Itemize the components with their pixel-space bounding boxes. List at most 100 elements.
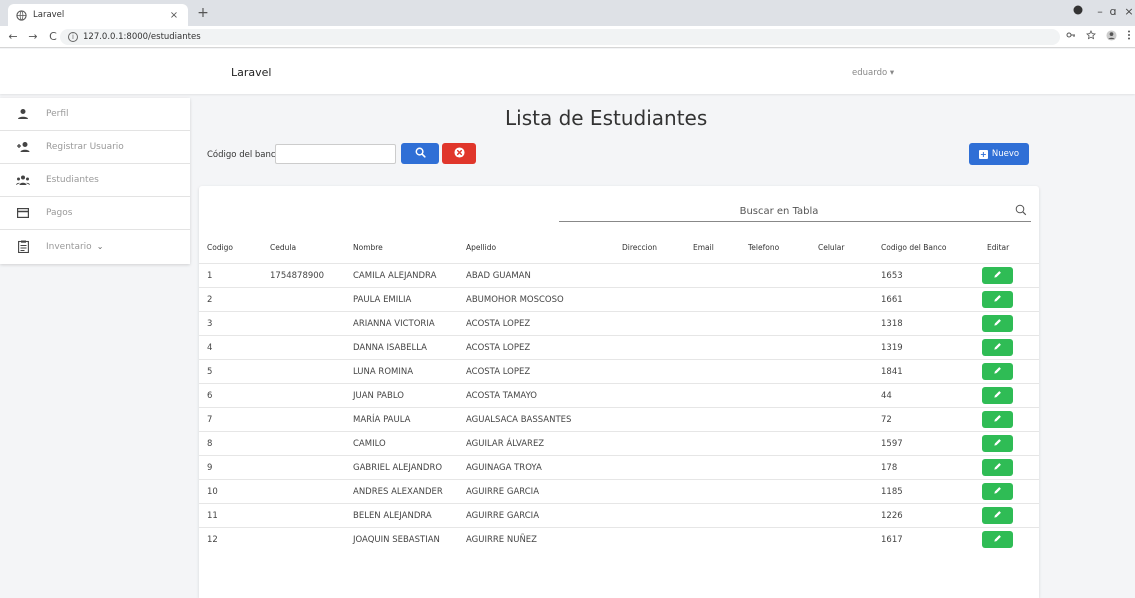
key-icon[interactable]: [1064, 30, 1078, 43]
cell-nombre: CAMILA ALEJANDRA: [353, 271, 437, 281]
cell-codigo: 6: [207, 391, 213, 401]
header-email[interactable]: Email: [693, 243, 714, 252]
clipboard-icon: [16, 240, 30, 254]
header-cedula[interactable]: Cedula: [270, 243, 296, 252]
table-row: 12 JOAQUIN SEBASTIAN AGUIRRE NUÑEZ 1617: [199, 527, 1039, 551]
close-window-button[interactable]: ×: [1122, 4, 1135, 20]
info-icon[interactable]: i: [68, 32, 78, 42]
cell-codigo-banco: 1226: [881, 511, 903, 521]
cell-apellido: ABAD GUAMAN: [466, 271, 531, 281]
cell-apellido: ACOSTA TAMAYO: [466, 391, 537, 401]
clear-button[interactable]: [442, 143, 476, 164]
cell-codigo: 10: [207, 487, 218, 497]
table-row: 9 GABRIEL ALEJANDRO AGUINAGA TROYA 178: [199, 455, 1039, 479]
user-icon: [16, 107, 30, 121]
cell-apellido: AGUALSACA BASSANTES: [466, 415, 572, 425]
edit-button[interactable]: [982, 411, 1013, 428]
header-telefono[interactable]: Telefono: [748, 243, 779, 252]
new-student-button[interactable]: + Nuevo: [969, 143, 1029, 165]
edit-button[interactable]: [982, 267, 1013, 284]
table-row: 2 PAULA EMILIA ABUMOHOR MOSCOSO 1661: [199, 287, 1039, 311]
reload-button[interactable]: C: [46, 30, 60, 44]
edit-button[interactable]: [982, 507, 1013, 524]
browser-profile-icon[interactable]: [1071, 4, 1085, 20]
cell-codigo-banco: 1318: [881, 319, 903, 329]
header-codigo-banco[interactable]: Codigo del Banco: [881, 243, 946, 252]
sidebar-item-label: Inventario: [46, 241, 92, 252]
header-direccion[interactable]: Direccion: [622, 243, 657, 252]
browser-tab[interactable]: Laravel ×: [8, 4, 188, 26]
star-icon[interactable]: [1084, 30, 1098, 43]
header-codigo[interactable]: Codigo: [207, 243, 233, 252]
bank-code-label: Código del banco: [207, 150, 281, 160]
table-body: 1 1754878900 CAMILA ALEJANDRA ABAD GUAMAN 16…: [199, 263, 1039, 551]
cell-nombre: JOAQUIN SEBASTIAN: [353, 535, 440, 545]
students-table-card: Codigo Cedula Nombre Apellido Direccion …: [199, 186, 1039, 598]
header-apellido[interactable]: Apellido: [466, 243, 496, 252]
cell-nombre: JUAN PABLO: [353, 391, 404, 401]
close-circle-icon: [453, 146, 465, 161]
forward-button[interactable]: →: [26, 30, 40, 44]
pencil-icon: [993, 438, 1002, 450]
cell-apellido: AGUINAGA TROYA: [466, 463, 542, 473]
user-add-icon: [16, 140, 30, 154]
edit-button[interactable]: [982, 387, 1013, 404]
maximize-button[interactable]: ɑ: [1106, 4, 1120, 20]
edit-button[interactable]: [982, 363, 1013, 380]
header-nombre[interactable]: Nombre: [353, 243, 383, 252]
search-button[interactable]: [401, 143, 439, 164]
url-text: 127.0.0.1:8000/estudiantes: [83, 32, 201, 42]
minimize-button[interactable]: –: [1093, 4, 1107, 20]
cell-nombre: ANDRES ALEXANDER: [353, 487, 443, 497]
account-icon[interactable]: [1104, 30, 1118, 44]
cell-nombre: PAULA EMILIA: [353, 295, 412, 305]
table-row: 7 MARÍA PAULA AGUALSACA BASSANTES 72: [199, 407, 1039, 431]
user-menu[interactable]: eduardo ▾: [852, 68, 894, 78]
cell-apellido: AGUIRRE NUÑEZ: [466, 535, 537, 545]
pencil-icon: [993, 270, 1002, 282]
brand-link[interactable]: Laravel: [231, 66, 271, 79]
page-title: Lista de Estudiantes: [505, 106, 708, 130]
sidebar-item-perfil[interactable]: Perfil: [0, 98, 190, 131]
card-icon: [16, 206, 30, 220]
cell-apellido: ABUMOHOR MOSCOSO: [466, 295, 564, 305]
cell-codigo: 2: [207, 295, 213, 305]
edit-button[interactable]: [982, 339, 1013, 356]
header-celular[interactable]: Celular: [818, 243, 844, 252]
cell-apellido: AGUIRRE GARCIA: [466, 511, 540, 521]
chevron-down-icon: ⌄: [96, 242, 104, 251]
pencil-icon: [993, 510, 1002, 522]
menu-kebab-icon[interactable]: [1122, 30, 1135, 43]
cell-codigo-banco: 72: [881, 415, 892, 425]
cell-apellido: ACOSTA LOPEZ: [466, 343, 531, 353]
sidebar: Perfil Registrar Usuario Estudiantes Pag…: [0, 98, 190, 264]
table-row: 1 1754878900 CAMILA ALEJANDRA ABAD GUAMAN 16…: [199, 263, 1039, 287]
cell-apellido: ACOSTA LOPEZ: [466, 367, 531, 377]
new-button-label: Nuevo: [991, 149, 1020, 159]
sidebar-item-label: Pagos: [46, 208, 73, 218]
table-search-input[interactable]: [559, 202, 999, 220]
cell-apellido: AGUIRRE GARCIA: [466, 487, 540, 497]
url-field[interactable]: i 127.0.0.1:8000/estudiantes: [60, 29, 1060, 45]
sidebar-item-estudiantes[interactable]: Estudiantes: [0, 164, 190, 197]
group-icon: [16, 173, 30, 187]
sidebar-item-inventario[interactable]: Inventario ⌄: [0, 230, 190, 263]
back-button[interactable]: ←: [6, 30, 20, 44]
cell-codigo-banco: 1617: [881, 535, 903, 545]
edit-button[interactable]: [982, 291, 1013, 308]
tab-close-icon[interactable]: ×: [168, 10, 180, 21]
cell-nombre: DANNA ISABELLA: [353, 343, 428, 353]
search-icon[interactable]: [1015, 204, 1029, 218]
edit-button[interactable]: [982, 435, 1013, 452]
edit-button[interactable]: [982, 459, 1013, 476]
edit-button[interactable]: [982, 315, 1013, 332]
sidebar-item-registrar-usuario[interactable]: Registrar Usuario: [0, 131, 190, 164]
edit-button[interactable]: [982, 531, 1013, 548]
cell-codigo-banco: 178: [881, 463, 898, 473]
cell-codigo-banco: 1319: [881, 343, 903, 353]
new-tab-button[interactable]: +: [195, 5, 211, 21]
bank-code-input[interactable]: [275, 144, 396, 164]
edit-button[interactable]: [982, 483, 1013, 500]
plus-icon: +: [978, 149, 988, 159]
sidebar-item-pagos[interactable]: Pagos: [0, 197, 190, 230]
